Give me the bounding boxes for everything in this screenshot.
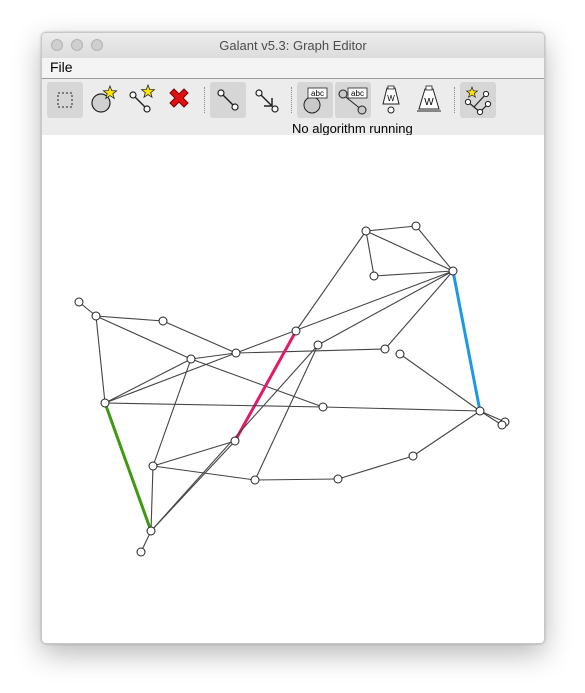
- edge-label-abc-icon: abc: [338, 87, 368, 115]
- svg-text:abc: abc: [311, 89, 324, 98]
- toolbar-separator: [454, 87, 455, 113]
- edge-weight-w-icon: W: [417, 85, 441, 112]
- new-node-star-icon: [91, 84, 118, 113]
- node-weights-toggle[interactable]: W: [373, 82, 409, 118]
- edge-weights-toggle[interactable]: W: [411, 82, 447, 118]
- graph-canvas[interactable]: [42, 135, 544, 643]
- select-tool-button[interactable]: [47, 82, 83, 118]
- auto-layout-button[interactable]: [460, 82, 496, 118]
- toolbar-separator: [291, 87, 292, 113]
- directed-edges-button[interactable]: [248, 82, 284, 118]
- node-weight-w-icon: W: [382, 85, 400, 114]
- svg-text:abc: abc: [351, 89, 364, 98]
- toolbar-separator: [204, 87, 205, 113]
- title-bar: Galant v5.3: Graph Editor: [42, 33, 544, 59]
- undirected-edge-icon: [217, 89, 239, 111]
- menu-bar: File: [42, 58, 544, 79]
- new-edge-star-icon: [129, 83, 156, 113]
- svg-text:W: W: [387, 94, 395, 103]
- edge-labels-toggle[interactable]: abc: [335, 82, 371, 118]
- graph-editor-window: Galant v5.3: Graph Editor File abc abc W…: [41, 32, 545, 644]
- toolbar: abc abc W W No algorithm running: [42, 79, 544, 136]
- layout-magic-icon: [464, 85, 492, 116]
- create-edge-button[interactable]: [124, 82, 160, 118]
- directed-edge-icon: [255, 89, 279, 113]
- red-x-delete-icon: [169, 88, 189, 108]
- dashed-rectangle-icon: [57, 92, 73, 108]
- undirected-edges-button[interactable]: [210, 82, 246, 118]
- menu-file[interactable]: File: [50, 59, 73, 75]
- window-title: Galant v5.3: Graph Editor: [219, 38, 367, 53]
- node-labels-toggle[interactable]: abc: [297, 82, 333, 118]
- create-node-button[interactable]: [86, 82, 122, 118]
- delete-button[interactable]: [161, 82, 197, 118]
- algorithm-status: No algorithm running: [292, 121, 413, 136]
- node-label-abc-icon: abc: [303, 87, 328, 114]
- svg-text:W: W: [424, 97, 434, 108]
